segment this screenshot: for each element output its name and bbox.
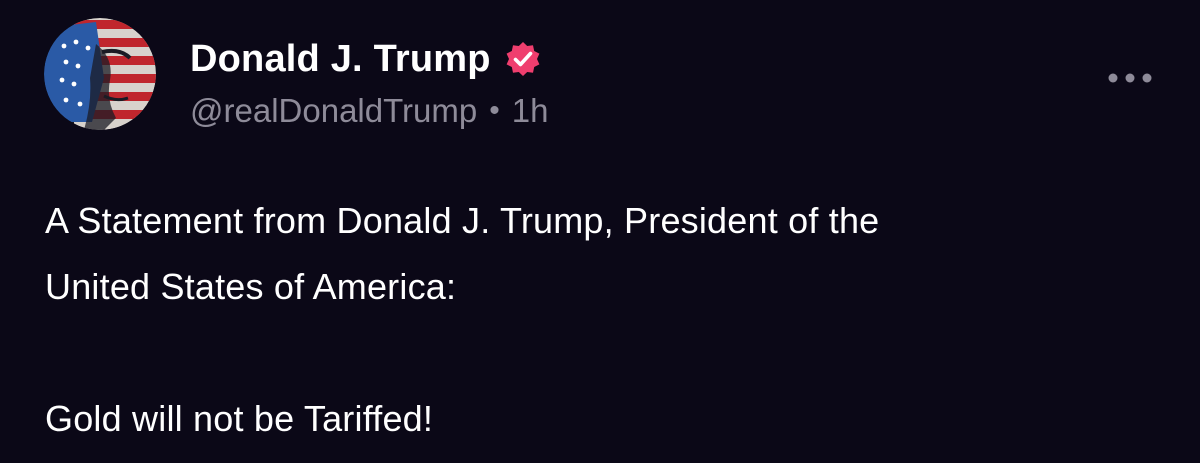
post-text-line: United States of America: <box>45 266 457 307</box>
post-meta: @realDonaldTrump • 1h <box>190 92 548 130</box>
post-text-line: A Statement from Donald J. Trump, Presid… <box>45 200 880 241</box>
post-body: A Statement from Donald J. Trump, Presid… <box>45 188 1165 452</box>
author-name-row: Donald J. Trump <box>190 36 543 82</box>
avatar[interactable] <box>44 18 156 130</box>
post-text-line: Gold will not be Tariffed! <box>45 398 434 439</box>
verified-badge-icon <box>503 39 543 79</box>
post-timestamp[interactable]: 1h <box>512 92 549 130</box>
more-options-button[interactable] <box>1102 58 1158 98</box>
ellipsis-icon <box>1108 73 1152 83</box>
author-handle[interactable]: @realDonaldTrump <box>190 92 477 130</box>
post-card: Donald J. Trump @realDonaldTrump • 1h A … <box>0 0 1200 463</box>
meta-separator: • <box>489 94 500 127</box>
avatar-image <box>44 18 156 130</box>
author-display-name[interactable]: Donald J. Trump <box>190 38 491 81</box>
